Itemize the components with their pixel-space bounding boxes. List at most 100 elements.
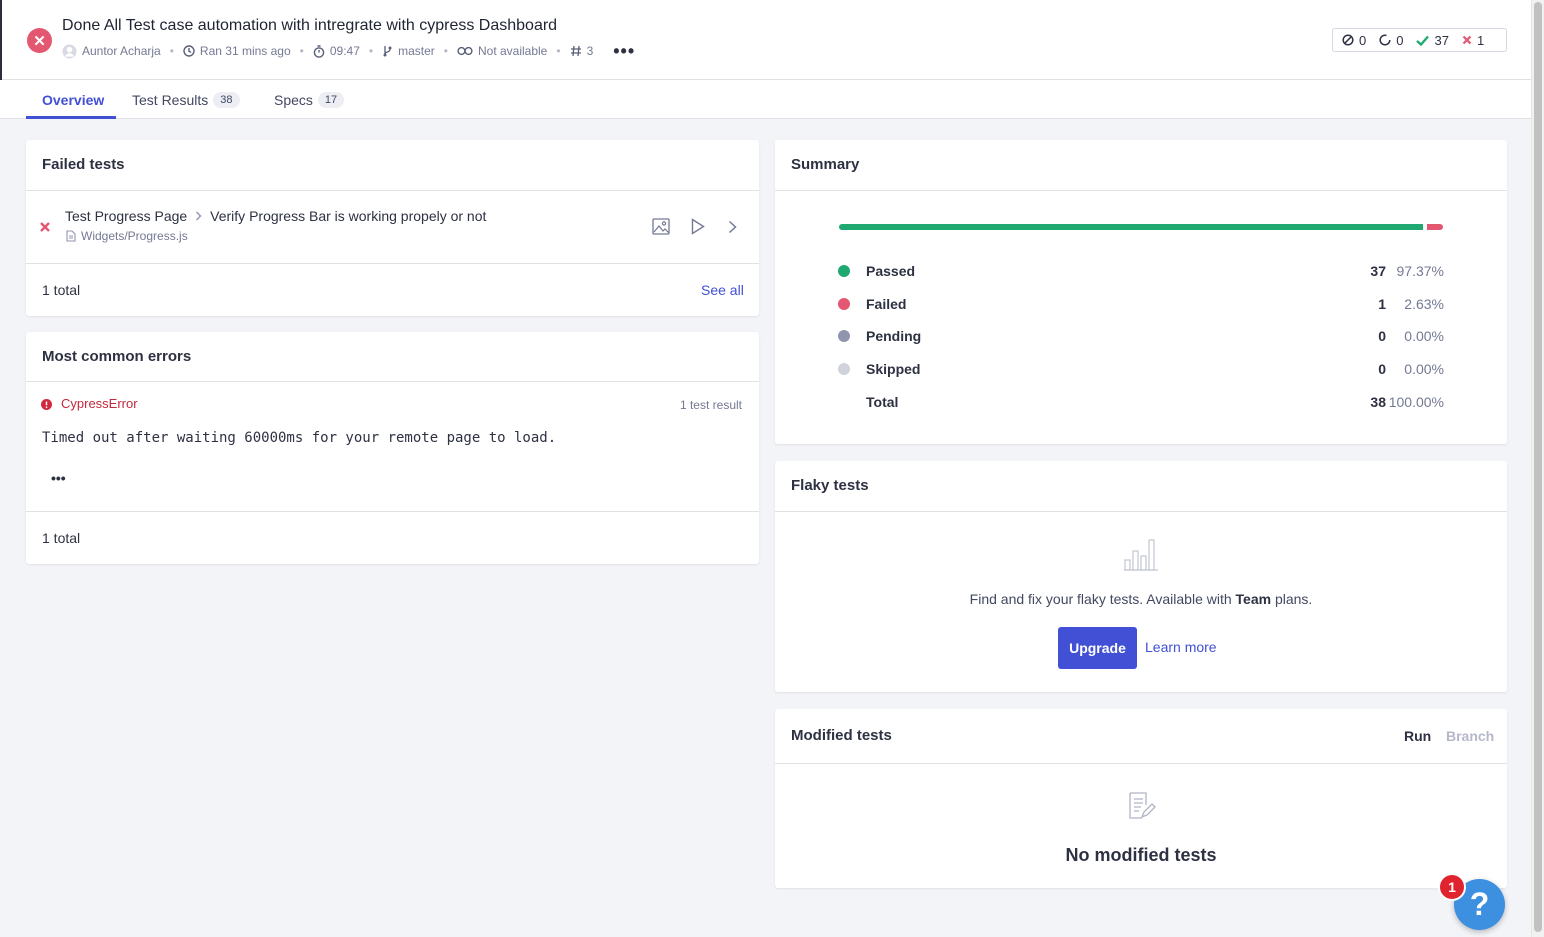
flaky-tests-title: Flaky tests (791, 477, 869, 494)
summary-percent: 0.00% (1404, 328, 1444, 344)
summary-row-pending: Pending 0 0.00% (838, 327, 1444, 345)
summary-row-total: Total 38 100.00% (838, 393, 1444, 411)
tab-overview[interactable]: Overview (42, 80, 104, 119)
tab-specs[interactable]: Specs 17 (274, 80, 345, 119)
pending-icon (1379, 34, 1391, 46)
summary-label: Failed (866, 296, 907, 312)
tab-specs-label: Specs (274, 91, 313, 108)
tab-test-results[interactable]: Test Results 38 (132, 80, 240, 119)
summary-percent: 2.63% (1404, 296, 1444, 312)
tab-test-results-label: Test Results (132, 91, 209, 108)
summary-count: 37 (1370, 263, 1386, 279)
branch-name: master (398, 44, 435, 58)
link-icon (457, 46, 473, 56)
ran-text: Ran 31 mins ago (199, 44, 291, 58)
skipped-count: 0 (1342, 33, 1366, 48)
pending-count-text: 0 (1396, 32, 1404, 48)
tab-overview-label: Overview (42, 91, 105, 108)
chevron-right-icon (196, 211, 202, 221)
total-spacer (838, 396, 850, 408)
error-message: Timed out after waiting 60000ms for your… (42, 430, 557, 446)
summary-label: Total (866, 394, 899, 410)
flaky-tests-card: Flaky tests Find and fix your flaky test… (775, 461, 1507, 692)
toggle-run[interactable]: Run (1404, 728, 1431, 744)
summary-count: 0 (1378, 328, 1386, 344)
error-type[interactable]: CypressError (61, 396, 138, 411)
flaky-text-end: plans. (1271, 591, 1313, 607)
see-all-link[interactable]: See all (701, 282, 744, 298)
failed-count: 1 (1462, 33, 1484, 48)
failed-test-file: Widgets/Progress.js (66, 229, 188, 243)
summary-label: Passed (866, 263, 916, 279)
summary-percent: 0.00% (1404, 361, 1444, 377)
duration: 09:47 (313, 44, 360, 58)
author[interactable]: Auntor Acharja (62, 43, 161, 59)
common-errors-title: Most common errors (42, 348, 192, 365)
failed-count-text: 1 (1476, 32, 1485, 48)
failed-test-file-path: Widgets/Progress.js (81, 229, 188, 243)
tab-bar: Overview Test Results 38 Specs 17 (0, 80, 1531, 189)
learn-more-link[interactable]: Learn more (1145, 639, 1217, 655)
summary-count: 38 (1370, 394, 1386, 410)
common-errors-card: Most common errors CypressError 1 test r… (26, 332, 759, 564)
summary-progress-bar (839, 224, 1443, 230)
run-title: Done All Test case automation with intre… (62, 17, 558, 34)
failed-test-suite: Test Progress Page (65, 208, 188, 224)
flaky-plan-name: Team (1235, 591, 1272, 607)
pending-dot (838, 330, 850, 342)
author-name: Auntor Acharja (82, 44, 161, 58)
x-icon (1462, 35, 1472, 45)
failed-test-name: Verify Progress Bar is working propely o… (210, 208, 487, 224)
help-notification-badge: 1 (1438, 873, 1466, 901)
active-tab-indicator (26, 116, 116, 119)
failed-test-item[interactable]: Test Progress Page Verify Progress Bar i… (65, 208, 486, 224)
scrollbar-thumb[interactable] (1534, 2, 1542, 932)
document-edit-icon (1129, 792, 1156, 819)
summary-percent: 97.37% (1396, 263, 1444, 279)
error-icon (41, 399, 52, 410)
skipped-icon (1342, 34, 1354, 46)
error-expand-button[interactable]: ••• (51, 470, 66, 486)
duration-text: 09:47 (329, 44, 360, 58)
summary-title: Summary (791, 156, 860, 173)
stopwatch-icon (313, 44, 325, 58)
summary-row-failed: Failed 1 2.63% (838, 295, 1444, 313)
failed-tests-total: 1 total (42, 282, 81, 298)
branch-icon (383, 46, 392, 57)
clock-icon (183, 45, 195, 57)
failed-dot (838, 298, 850, 310)
summary-count: 0 (1378, 361, 1386, 377)
run-number-text: 3 (586, 44, 594, 58)
passed-dot (838, 265, 850, 277)
skipped-dot (838, 363, 850, 375)
progress-passed-segment (839, 224, 1423, 230)
toggle-branch[interactable]: Branch (1446, 728, 1494, 744)
branch[interactable]: master (382, 44, 435, 58)
upgrade-button[interactable]: Upgrade (1058, 627, 1137, 669)
page-scrollbar[interactable] (1531, 0, 1544, 937)
summary-row-passed: Passed 37 97.37% (838, 262, 1444, 280)
ci-link[interactable]: Not available (457, 44, 547, 58)
run-counts: 0 0 37 1 (1332, 28, 1507, 52)
no-modified-tests: No modified tests (1065, 845, 1217, 865)
skipped-count-text: 0 (1359, 32, 1367, 48)
chevron-right-icon[interactable] (728, 220, 737, 234)
pending-count: 0 (1379, 33, 1403, 48)
ci-text: Not available (477, 44, 548, 58)
tab-specs-badge: 17 (317, 91, 345, 108)
progress-failed-segment (1427, 224, 1443, 230)
more-options-button[interactable]: ••• (613, 42, 635, 60)
window-edge (0, 0, 2, 80)
failed-tests-card: Failed tests Test Progress Page Verify P… (26, 140, 759, 316)
play-video-icon[interactable] (691, 218, 705, 235)
tab-test-results-badge: 38 (213, 91, 240, 108)
help-question-icon: ? (1469, 886, 1490, 922)
run-number: 3 (570, 44, 594, 58)
run-meta: Auntor Acharja • Ran 31 mins ago • 09:47… (62, 42, 635, 60)
bar-chart-icon (1124, 539, 1158, 571)
flaky-text: Find and fix your flaky tests. Available… (969, 591, 1236, 607)
passed-count-text: 37 (1434, 32, 1449, 48)
summary-label: Skipped (866, 361, 921, 377)
modified-tests-card: Modified tests Run Branch No modified te… (775, 709, 1507, 888)
screenshot-icon[interactable] (652, 218, 670, 235)
